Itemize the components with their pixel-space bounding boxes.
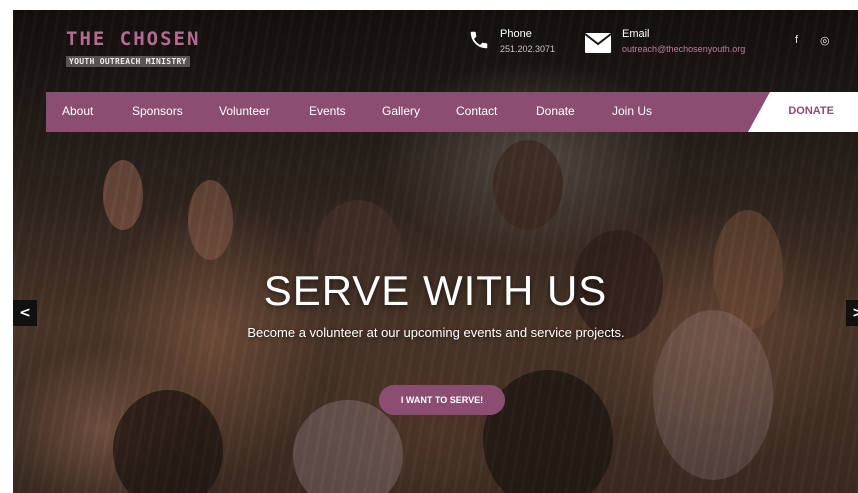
nav-item-about[interactable]: About	[62, 104, 93, 118]
nav-item-volunteer[interactable]: Volunteer	[219, 104, 270, 118]
donate-button-label[interactable]: DONATE	[788, 105, 834, 117]
envelope-icon	[584, 33, 612, 53]
nav-item-sponsors[interactable]: Sponsors	[132, 104, 183, 118]
contact-email[interactable]: Email outreach@thechosenyouth.org	[584, 28, 745, 54]
nav-item-gallery[interactable]: Gallery	[382, 104, 420, 118]
email-address[interactable]: outreach@thechosenyouth.org	[622, 44, 745, 54]
phone-number[interactable]: 251.202.3071	[500, 44, 555, 54]
page-frame: THE CHOSEN YOUTH OUTREACH MINISTRY Phone…	[13, 10, 858, 493]
hero-background-image	[13, 10, 858, 493]
logo-subtitle: YOUTH OUTREACH MINISTRY	[66, 56, 190, 67]
slider-next-arrow[interactable]: >	[846, 300, 858, 326]
facebook-icon[interactable]: f	[795, 34, 798, 46]
phone-icon	[470, 31, 488, 49]
hero-subtitle: Become a volunteer at our upcoming event…	[247, 325, 625, 340]
slider-prev-arrow[interactable]: <	[13, 300, 37, 326]
email-label: Email	[622, 28, 650, 40]
instagram-icon[interactable]: ◎	[820, 34, 830, 47]
nav-item-join-us[interactable]: Join Us	[612, 104, 652, 118]
serve-cta-button[interactable]: I WANT TO SERVE!	[379, 385, 505, 415]
hero-title: SERVE WITH US	[263, 267, 608, 314]
nav-item-events[interactable]: Events	[309, 104, 346, 118]
main-navigation: About Sponsors Volunteer Events Gallery …	[46, 92, 858, 132]
nav-item-contact[interactable]: Contact	[456, 104, 497, 118]
phone-label: Phone	[500, 28, 532, 40]
logo-title: THE CHOSEN	[66, 28, 201, 50]
nav-item-donate[interactable]: Donate	[536, 104, 575, 118]
contact-phone[interactable]: Phone 251.202.3071	[468, 28, 555, 54]
site-logo[interactable]: THE CHOSEN YOUTH OUTREACH MINISTRY	[66, 29, 200, 68]
